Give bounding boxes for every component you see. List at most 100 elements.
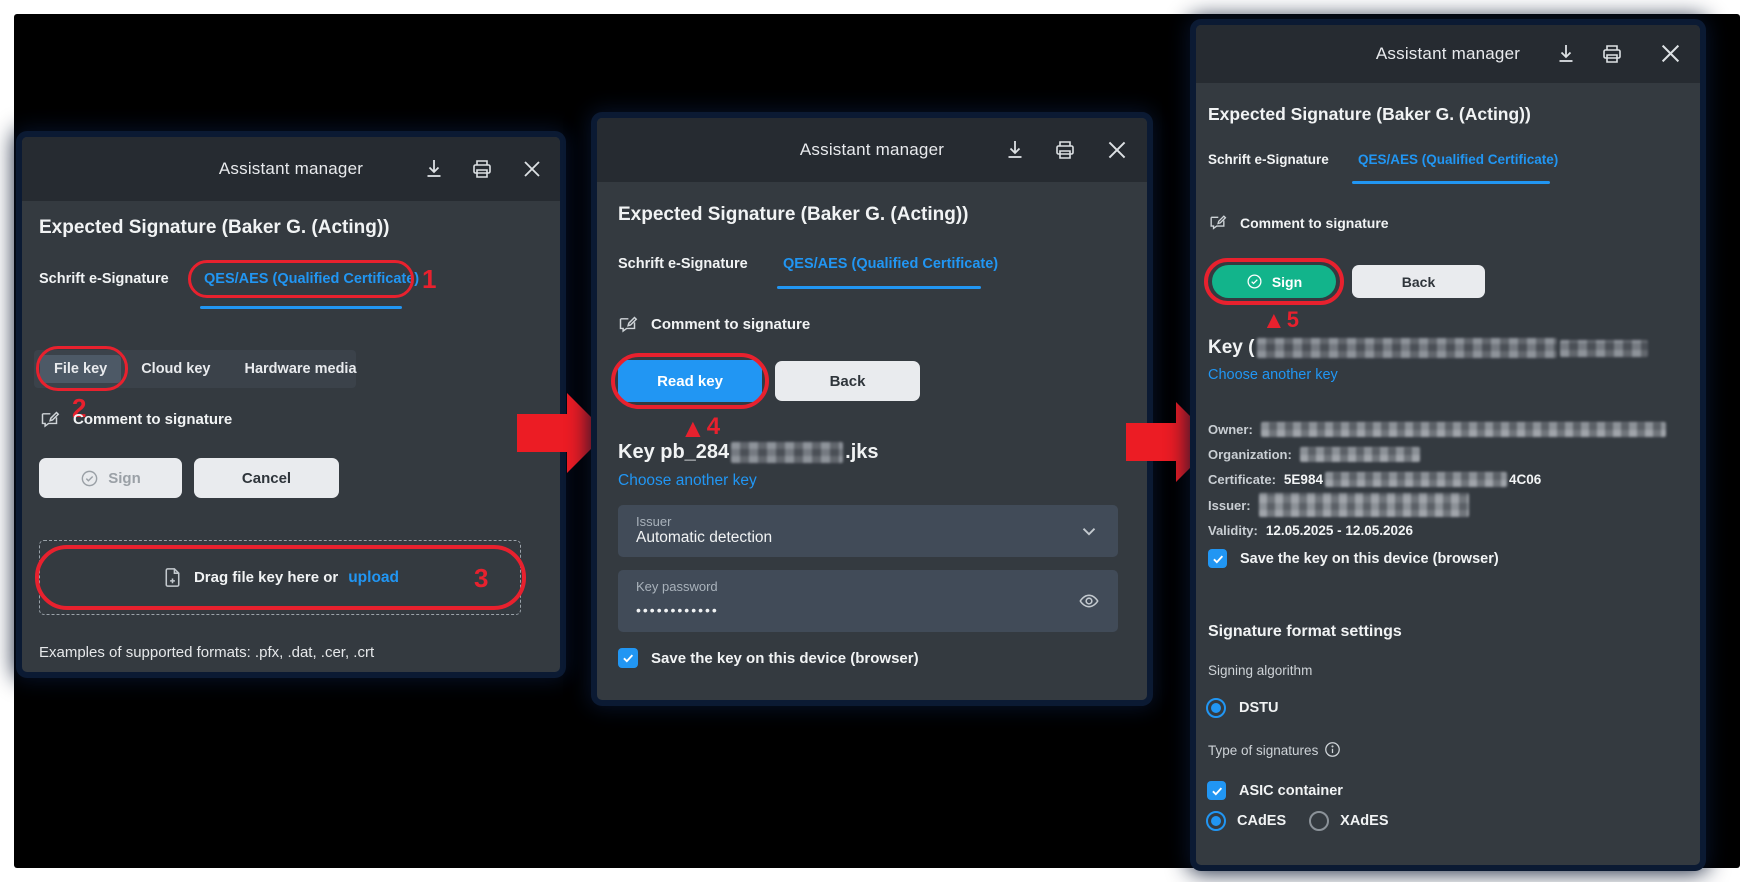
redacted-key-name [731,442,843,463]
comment-edit-icon [617,314,638,335]
organization-label: Organization: [1208,447,1292,462]
key-medium-tabs: File key Cloud key Hardware media [34,350,356,388]
eye-icon[interactable] [1078,590,1100,612]
dialog-header: Assistant manager [22,137,560,201]
check-circle-icon [1246,273,1263,290]
active-tab-underline [777,286,981,289]
dialog-header: Assistant manager [1196,25,1700,83]
close-icon[interactable] [520,157,544,181]
issuer-label: Issuer [636,514,671,529]
save-key-label: Save the key on this device (browser) [651,650,919,667]
asic-container-checkbox[interactable] [1207,781,1226,800]
choose-another-key-link[interactable]: Choose another key [618,472,757,490]
signature-type-radios-row: CAdES XAdES [1206,811,1389,831]
print-icon[interactable] [470,157,494,181]
sign-button[interactable]: Sign [39,458,182,498]
key-password-input[interactable]: Key password •••••••••••• [618,570,1118,632]
file-plus-icon [161,566,184,589]
download-icon[interactable] [1003,138,1027,162]
redacted-owner-value [1261,422,1666,437]
issuer-row: Issuer: [1208,492,1688,518]
print-icon[interactable] [1053,138,1077,162]
print-icon[interactable] [1600,42,1624,66]
redacted-key-name [1257,338,1557,358]
dialog-step-2: Assistant manager Expected Signature (Ba… [597,118,1147,700]
tab-hardware-media[interactable]: Hardware media [231,355,371,383]
save-key-checkbox-row: Save the key on this device (browser) [618,648,919,668]
save-key-checkbox[interactable] [618,648,638,668]
key-name-extension: .jks [845,441,878,464]
tab-cloud-key[interactable]: Cloud key [127,355,224,383]
validity-value: 12.05.2025 - 12.05.2026 [1266,523,1413,538]
validity-label: Validity: [1208,523,1258,538]
download-icon[interactable] [1554,42,1578,66]
save-key-checkbox[interactable] [1208,549,1227,568]
dialog-header: Assistant manager [597,118,1147,182]
dstu-label: DSTU [1239,700,1278,716]
redacted-certificate-value [1325,472,1507,487]
info-icon[interactable] [1324,741,1341,758]
key-name-prefix: Key ( [1208,337,1254,359]
tab-file-key[interactable]: File key [40,355,121,383]
tab-qes-aes[interactable]: QES/AES (Qualified Certificate) [1358,152,1558,167]
tab-qes-aes[interactable]: QES/AES (Qualified Certificate) [783,256,998,272]
annotation-marker-5: ▲ 5 [1262,309,1299,333]
key-password-label: Key password [636,579,718,594]
back-button[interactable]: Back [1352,265,1485,298]
upload-link[interactable]: upload [348,569,399,587]
issuer-value: Automatic detection [636,529,772,547]
back-button-label: Back [830,373,866,390]
screenshot-frame: Assistant manager Expected Signature (Ba… [0,0,1754,882]
xades-radio[interactable] [1309,811,1329,831]
asic-container-row: ASIC container [1207,781,1343,800]
sign-button-label: Sign [1272,274,1302,290]
choose-another-key-link[interactable]: Choose another key [1208,367,1338,383]
annotation-arrow-up: ▲ [1262,309,1286,333]
close-icon[interactable] [1657,40,1684,67]
comment-edit-icon [1208,213,1227,232]
certificate-details: Owner: Organization: Certificate: 5E984 … [1208,417,1688,543]
comment-to-signature-row[interactable]: Comment to signature [617,314,810,335]
signing-algorithm-label: Signing algorithm [1208,663,1312,678]
tab-schrift-esignature[interactable]: Schrift e-Signature [1208,152,1329,167]
sign-button[interactable]: Sign [1212,265,1336,298]
issuer-select[interactable]: Issuer Automatic detection [618,505,1118,557]
comment-edit-icon [39,409,60,430]
comment-to-signature-row[interactable]: Comment to signature [1208,213,1389,232]
save-key-checkbox-row: Save the key on this device (browser) [1208,549,1499,568]
dstu-radio[interactable] [1206,698,1226,718]
file-key-dropzone[interactable]: Drag file key here or upload [39,540,521,615]
certificate-value-start: 5E984 [1284,472,1323,487]
selected-key-name: Key ( [1208,337,1648,359]
tab-schrift-esignature[interactable]: Schrift e-Signature [618,256,748,272]
selected-key-name: Key pb_284 .jks [618,441,879,464]
download-icon[interactable] [422,157,446,181]
read-key-button[interactable]: Read key [618,360,762,402]
annotation-marker-4: ▲ 4 [680,415,720,441]
supported-formats-note: Examples of supported formats: .pfx, .da… [39,644,374,661]
tab-qes-aes[interactable]: QES/AES (Qualified Certificate) [204,271,419,287]
tab-schrift-esignature[interactable]: Schrift e-Signature [39,271,169,287]
cancel-button[interactable]: Cancel [194,458,339,498]
validity-row: Validity: 12.05.2025 - 12.05.2026 [1208,518,1688,543]
back-button[interactable]: Back [775,361,920,401]
dstu-radio-row: DSTU [1206,698,1278,718]
asic-container-label: ASIC container [1239,783,1343,799]
chevron-down-icon [1078,520,1100,542]
dialog-heading: Expected Signature (Baker G. (Acting)) [618,204,969,226]
cades-label: CAdES [1237,813,1286,829]
issuer-label: Issuer: [1208,498,1251,513]
key-name-prefix: Key pb_284 [618,441,729,464]
comment-to-signature-label: Comment to signature [73,411,232,428]
save-key-label: Save the key on this device (browser) [1240,551,1499,567]
dropzone-text: Drag file key here or [194,569,338,586]
read-key-button-label: Read key [657,373,723,390]
comment-to-signature-row[interactable]: Comment to signature [39,409,232,430]
organization-row: Organization: [1208,442,1688,467]
active-tab-underline [1352,181,1550,184]
comment-to-signature-label: Comment to signature [1240,215,1389,231]
cades-radio[interactable] [1206,811,1226,831]
close-icon[interactable] [1104,137,1130,163]
key-password-value: •••••••••••• [636,602,719,618]
back-button-label: Back [1402,274,1435,290]
